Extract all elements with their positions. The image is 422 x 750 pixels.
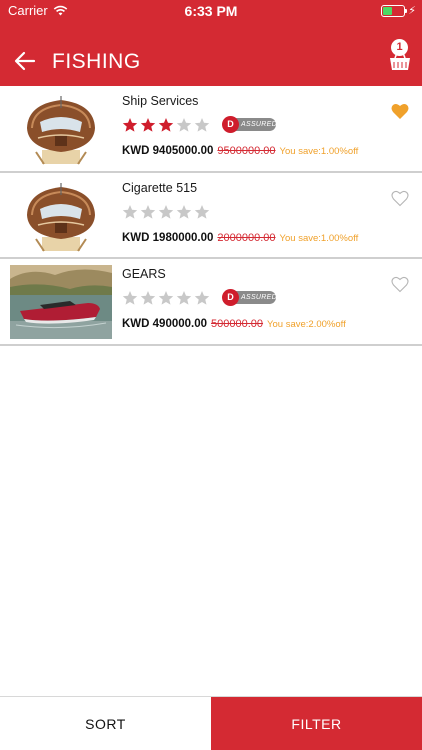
star-empty-icon [122,204,138,219]
product-image [10,265,112,339]
price-row: KWD 490000.00 500000.00 You save:2.00%of… [122,318,346,330]
star-empty-icon [140,291,156,305]
product-name[interactable]: GEARS [122,267,166,281]
product-price: KWD 490000.00 [122,318,208,330]
heart-filled-icon [391,103,409,119]
product-name[interactable]: Ship Services [122,94,198,108]
top-app-bar: Carrier 6:33 PM ⚡ FISHING 1 [0,0,422,86]
filter-button[interactable]: FILTER [211,697,422,750]
star-empty-icon [194,118,210,132]
status-bar: Carrier 6:33 PM ⚡ [0,0,422,22]
clock: 6:33 PM [184,3,238,19]
star-empty-icon [122,291,138,305]
rating-stars [122,290,210,306]
back-arrow-icon [14,51,36,71]
product-image [10,92,112,166]
price-row: KWD 9405000.00 9500000.00 You save:1.00%… [122,145,358,157]
savings-text: You save:1.00%off [279,232,359,244]
star-empty-icon [158,291,174,305]
savings-text: You save:1.00%off [279,146,359,157]
favorite-button[interactable] [391,276,409,293]
product-price: KWD 9405000.00 [122,145,214,157]
product-item[interactable]: Ship Services ASSURED D KWD 9405000.00 9… [0,86,422,173]
heart-outline-icon [391,190,409,206]
rating-stars [122,117,210,133]
price-row: KWD 1980000.00 2000000.00 You save:1.00%… [122,232,358,244]
favorite-button[interactable] [391,103,409,120]
sort-button[interactable]: SORT [0,697,211,750]
basket-icon [390,52,410,70]
product-item[interactable]: Cigarette 515 KWD 1980000.00 2000000.00 … [0,172,422,259]
bottom-action-bar: SORT FILTER [0,696,422,750]
assured-badge: ASSURED D [222,116,277,133]
star-empty-icon [158,204,174,219]
savings-text: You save:2.00%off [267,319,346,330]
product-price: KWD 1980000.00 [122,231,214,244]
page-title: FISHING [52,50,141,73]
star-empty-icon [176,204,192,219]
star-empty-icon [194,204,210,219]
battery-group: ⚡ [381,4,416,17]
star-empty-icon [176,118,192,132]
assured-badge: ASSURED D [222,289,277,306]
favorite-button[interactable] [391,190,409,207]
star-empty-icon [176,291,192,305]
back-button[interactable] [10,46,40,76]
star-filled-icon [140,118,156,132]
star-filled-icon [122,118,138,132]
product-name[interactable]: Cigarette 515 [122,181,197,195]
charging-icon: ⚡ [408,5,416,17]
product-list: Ship Services ASSURED D KWD 9405000.00 9… [0,86,422,346]
battery-icon [381,4,408,17]
star-empty-icon [140,204,156,219]
product-image [10,178,112,253]
original-price: 9500000.00 [217,145,276,157]
rating-stars [122,204,210,220]
original-price: 500000.00 [211,318,264,330]
product-item[interactable]: GEARS ASSURED D KWD 490000.00 500000.00 … [0,259,422,346]
cart-button[interactable]: 1 [387,39,413,73]
star-filled-icon [158,118,174,132]
star-empty-icon [194,291,210,305]
assured-d-icon: D [222,289,239,306]
heart-outline-icon [391,276,409,293]
assured-d-icon: D [222,116,239,133]
navigation-bar: FISHING 1 [0,36,422,86]
original-price: 2000000.00 [217,231,276,244]
